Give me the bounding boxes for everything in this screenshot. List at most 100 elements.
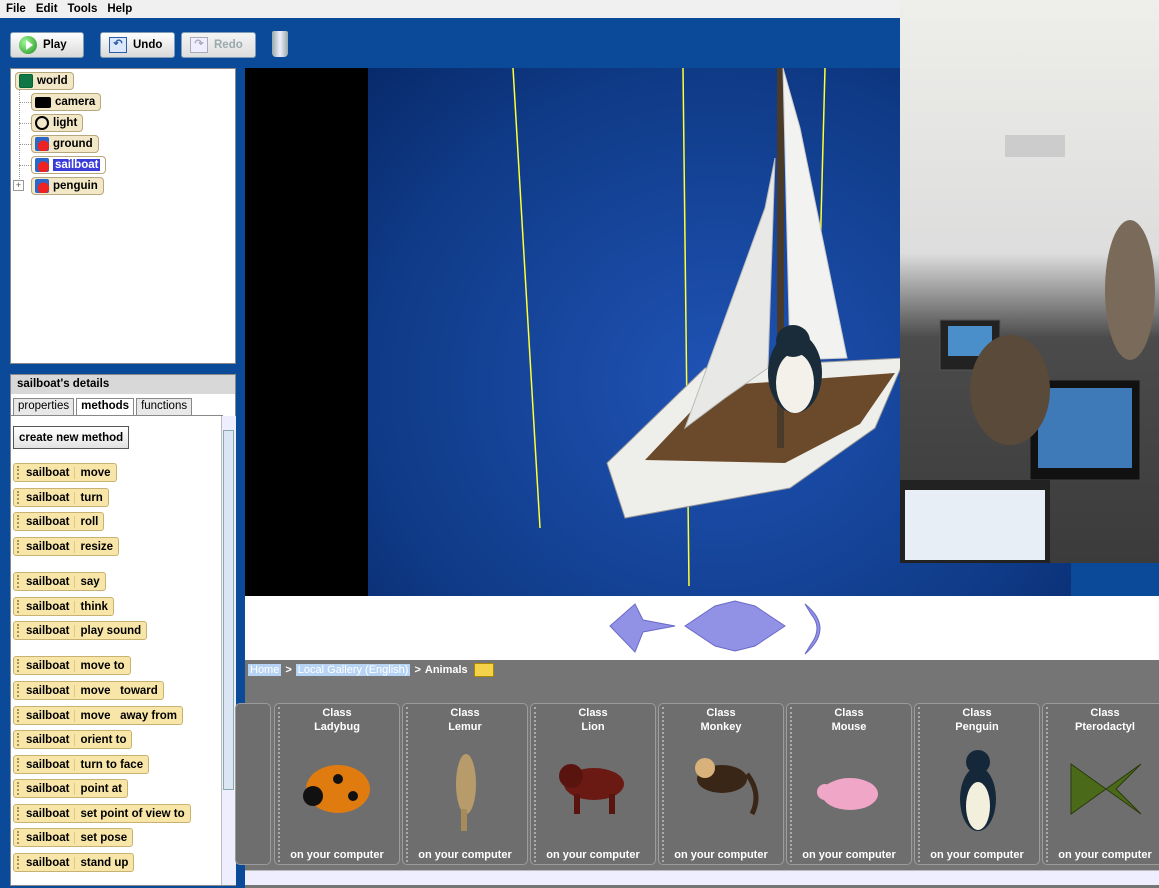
drag-handle[interactable]: [17, 491, 23, 504]
folder-up-icon[interactable]: [473, 663, 494, 677]
drag-handle[interactable]: [17, 515, 23, 528]
drag-handle[interactable]: [17, 709, 23, 722]
method-tile[interactable]: sailboat stand up: [13, 853, 135, 872]
undo-button[interactable]: ↶ Undo: [100, 32, 175, 58]
card-class: Class: [450, 707, 480, 719]
camera-icon: [35, 96, 51, 108]
drag-handle[interactable]: [17, 856, 23, 869]
pterodactyl-icon: [1070, 763, 1142, 815]
tab-functions[interactable]: functions: [136, 398, 193, 415]
tree-node-camera[interactable]: camera: [31, 93, 102, 111]
method-name: move: [80, 466, 111, 479]
method-name: move away from: [80, 709, 177, 722]
gallery-scrollbar[interactable]: [245, 870, 1159, 885]
tree-node-light[interactable]: light: [31, 114, 84, 132]
method-tile[interactable]: sailboat turn: [13, 488, 109, 507]
breadcrumb-local-gallery[interactable]: Local Gallery (English): [295, 664, 411, 676]
rotate-arrow-icon[interactable]: [804, 603, 821, 655]
tab-properties[interactable]: properties: [13, 398, 75, 415]
gallery-card-lion[interactable]: Class Lion on your computer: [530, 703, 656, 865]
drag-handle[interactable]: [17, 659, 23, 672]
method-tile[interactable]: sailboat orient to: [13, 730, 133, 749]
method-tile[interactable]: sailboat turn to face: [13, 755, 150, 774]
gallery-card-pterodactyl[interactable]: Class Pterodactyl on your computer: [1042, 703, 1159, 865]
create-new-method-button[interactable]: create new method: [13, 426, 130, 449]
redo-label: Redo: [214, 39, 243, 51]
drag-handle[interactable]: [17, 782, 23, 795]
method-tile[interactable]: sailboat move away from: [13, 706, 183, 725]
card-title: Ladybug: [314, 721, 360, 733]
drag-handle[interactable]: [17, 807, 23, 820]
move-arrows-icon[interactable]: [609, 603, 676, 653]
drag-handle[interactable]: [17, 684, 23, 697]
breadcrumb-separator: >: [285, 664, 292, 676]
method-name: roll: [80, 515, 99, 528]
method-name: point at: [80, 782, 122, 795]
method-tile[interactable]: sailboat set pose: [13, 828, 134, 847]
gallery-card-lemur[interactable]: Class Lemur on your computer: [402, 703, 528, 865]
tree-node-label: camera: [55, 96, 96, 108]
tree-node-ground[interactable]: ground: [31, 135, 99, 153]
method-tile[interactable]: sailboat move to: [13, 656, 131, 675]
drag-handle[interactable]: [17, 575, 23, 588]
expand-icon[interactable]: +: [13, 180, 24, 191]
method-tile[interactable]: sailboat move toward: [13, 681, 164, 700]
method-name: turn to face: [80, 758, 144, 771]
menu-edit[interactable]: Edit: [36, 3, 58, 15]
drag-handle[interactable]: [17, 624, 23, 637]
tree-node-label: sailboat: [53, 159, 101, 171]
details-title: sailboat's details: [11, 375, 235, 394]
card-class: Class: [962, 707, 992, 719]
gallery-card-penguin[interactable]: Class Penguin on your computer: [914, 703, 1040, 865]
tab-methods[interactable]: methods: [76, 398, 135, 415]
tree-node-sailboat[interactable]: sailboat: [31, 156, 107, 174]
method-tile[interactable]: sailboat roll: [13, 512, 105, 531]
drag-handle[interactable]: [17, 831, 23, 844]
scene-tree: world camera light ground sailboat + pen…: [10, 68, 236, 364]
tree-node-world[interactable]: world: [15, 72, 74, 90]
drag-handle[interactable]: [17, 600, 23, 613]
drag-handle[interactable]: [17, 733, 23, 746]
menu-tools[interactable]: Tools: [68, 3, 98, 15]
classroom-photo: [900, 0, 1159, 563]
tree-node-penguin[interactable]: penguin: [31, 177, 104, 195]
lemur-icon: [456, 754, 476, 831]
gallery-card-partial[interactable]: [235, 703, 271, 865]
method-tile[interactable]: sailboat resize: [13, 537, 120, 556]
world-icon: [19, 74, 33, 88]
method-tile[interactable]: sailboat point at: [13, 779, 128, 798]
tab-divider: [11, 415, 223, 416]
redo-icon: ↷: [190, 37, 208, 53]
play-button[interactable]: Play: [10, 32, 84, 58]
method-tile[interactable]: sailboat think: [13, 597, 114, 616]
menu-help[interactable]: Help: [107, 3, 132, 15]
method-tile[interactable]: sailboat play sound: [13, 621, 148, 640]
card-location: on your computer: [674, 849, 768, 861]
card-location: on your computer: [1058, 849, 1152, 861]
drag-handle[interactable]: [17, 540, 23, 553]
method-tile[interactable]: sailboat say: [13, 572, 106, 591]
drag-handle[interactable]: [17, 758, 23, 771]
trash-icon[interactable]: [272, 31, 288, 57]
menu-file[interactable]: File: [6, 3, 26, 15]
method-object: sailboat: [26, 709, 76, 722]
breadcrumb-home[interactable]: Home: [248, 664, 282, 676]
undo-icon: ↶: [109, 37, 127, 53]
gallery-card-mouse[interactable]: Class Mouse on your computer: [786, 703, 912, 865]
redo-button[interactable]: ↷ Redo: [181, 32, 256, 58]
drag-handle[interactable]: [17, 466, 23, 479]
method-object: sailboat: [26, 466, 76, 479]
camera-controls: [245, 596, 1159, 660]
scrollbar-thumb[interactable]: [223, 430, 234, 790]
gallery-card-monkey[interactable]: Class Monkey on your computer: [658, 703, 784, 865]
methods-scrollbar[interactable]: [221, 416, 236, 885]
gallery-card-ladybug[interactable]: Class Ladybug on your computer: [274, 703, 400, 865]
pan-arrows-icon[interactable]: [684, 600, 786, 652]
undo-label: Undo: [133, 39, 163, 51]
object-icon: [35, 179, 49, 193]
tree-node-label: ground: [53, 138, 93, 150]
method-tile[interactable]: sailboat move: [13, 463, 117, 482]
method-tile[interactable]: sailboat set point of view to: [13, 804, 191, 823]
method-name: orient to: [80, 733, 127, 746]
method-name: play sound: [80, 624, 142, 637]
